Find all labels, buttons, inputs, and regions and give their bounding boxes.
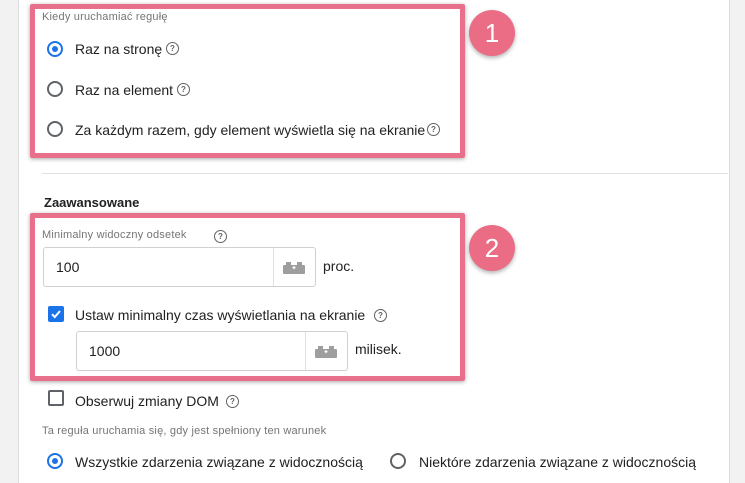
- annotation-badge-2: 2: [469, 225, 515, 271]
- radio-some-visibility-events[interactable]: [390, 453, 406, 469]
- annotation-badge-1: 1: [469, 10, 515, 56]
- observe-dom-label[interactable]: Obserwuj zmiany DOM: [75, 393, 219, 409]
- highlight-box-1: [30, 4, 465, 158]
- condition-label: Ta reguła uruchamia się, gdy jest spełni…: [42, 425, 327, 437]
- radio-all-visibility-events-label[interactable]: Wszystkie zdarzenia związane z widocznoś…: [75, 454, 363, 470]
- radio-some-visibility-events-label[interactable]: Niektóre zdarzenia związane z widocznośc…: [419, 454, 696, 470]
- help-icon[interactable]: ?: [226, 395, 239, 408]
- advanced-section-title: Zaawansowane: [44, 195, 140, 210]
- observe-dom-checkbox[interactable]: [48, 390, 64, 406]
- divider: [42, 173, 728, 174]
- radio-all-visibility-events[interactable]: [47, 453, 63, 469]
- highlight-box-2: [30, 213, 465, 381]
